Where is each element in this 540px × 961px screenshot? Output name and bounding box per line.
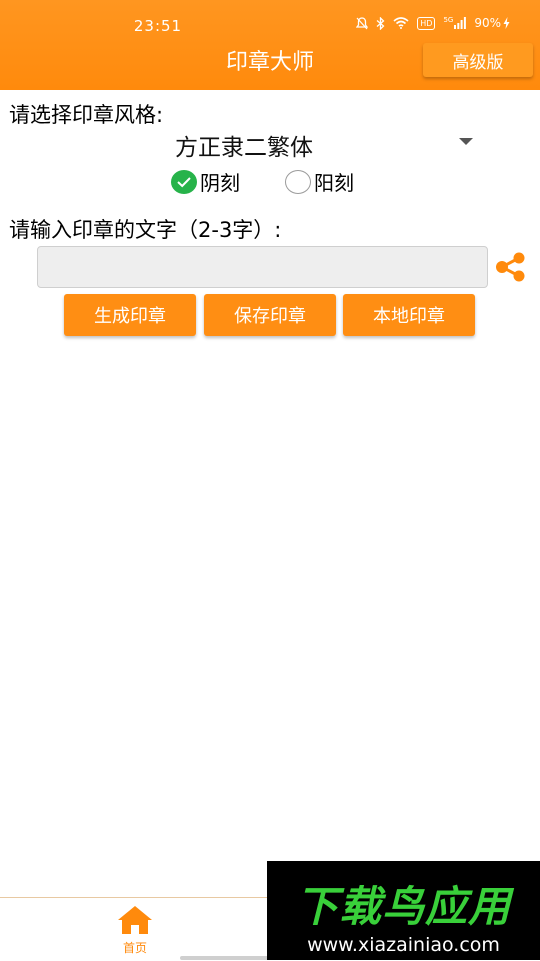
- wifi-icon: [393, 17, 409, 29]
- watermark-title: 下载鸟应用: [295, 882, 511, 931]
- status-time: 23:51: [133, 17, 183, 35]
- text-input-label: 请输入印章的文字（2-3字）:: [9, 218, 282, 242]
- bell-muted-icon: [356, 16, 369, 30]
- battery-text: 90%: [474, 16, 501, 30]
- status-icons: HD 5G 90%: [356, 16, 510, 30]
- generate-seal-button[interactable]: 生成印章: [64, 294, 196, 336]
- radio-yinke[interactable]: 阴刻: [171, 167, 240, 196]
- check-icon: [171, 169, 197, 194]
- home-icon: [116, 905, 154, 939]
- network-type: 5G: [443, 16, 454, 24]
- radio-yangke-label: 阳刻: [314, 171, 354, 195]
- dropdown-arrow-icon: [459, 138, 473, 145]
- share-icon[interactable]: [494, 251, 528, 287]
- radio-yangke[interactable]: 阳刻: [285, 167, 354, 196]
- nav-home-label: 首页: [122, 941, 147, 955]
- radio-empty-icon: [285, 169, 311, 194]
- hd-badge: HD: [417, 16, 436, 30]
- nav-home[interactable]: 首页: [105, 898, 165, 961]
- local-seal-button[interactable]: 本地印章: [343, 294, 475, 336]
- seal-text-input[interactable]: [37, 246, 488, 288]
- watermark-logo: 下载鸟应用 www.xiazainiao.com: [267, 861, 540, 960]
- radio-yinke-label: 阴刻: [200, 171, 240, 195]
- engrave-radio-group: 阴刻 阳刻: [171, 167, 391, 195]
- style-label: 请选择印章风格:: [9, 103, 164, 127]
- watermark-url: www.xiazainiao.com: [307, 934, 500, 956]
- bluetooth-icon: [376, 16, 385, 30]
- charging-icon: [503, 17, 510, 29]
- font-style-select[interactable]: 方正隶二繁体: [110, 128, 480, 161]
- pro-version-button[interactable]: 高级版: [423, 43, 533, 77]
- app-header: 23:51 HD 5G 90% 印章大师 高级版: [0, 0, 540, 90]
- save-seal-button[interactable]: 保存印章: [204, 294, 336, 336]
- font-select-value: 方正隶二繁体: [175, 135, 313, 161]
- signal-icon: 5G: [443, 16, 467, 29]
